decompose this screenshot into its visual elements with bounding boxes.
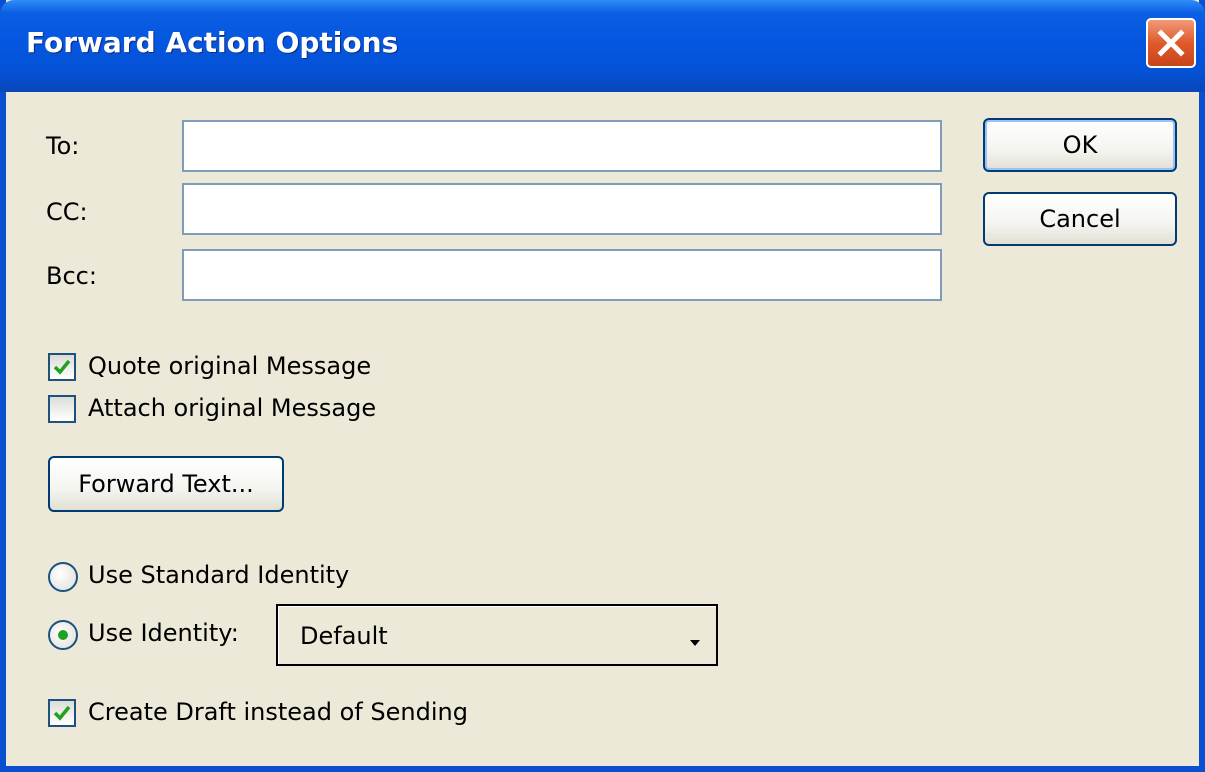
ok-button[interactable]: OK: [983, 118, 1177, 172]
title-bar[interactable]: Forward Action Options: [0, 0, 1205, 92]
cc-field[interactable]: [182, 183, 942, 235]
cancel-button[interactable]: Cancel: [983, 192, 1177, 246]
use-standard-identity-radio[interactable]: [48, 562, 78, 592]
cc-label: CC:: [46, 198, 88, 226]
identity-select-value: Default: [300, 622, 388, 650]
chevron-down-icon[interactable]: [690, 640, 700, 646]
to-label: To:: [46, 132, 80, 160]
radio-selected-dot: [58, 630, 68, 640]
quote-original-label[interactable]: Quote original Message: [88, 352, 371, 380]
attach-original-label[interactable]: Attach original Message: [88, 394, 376, 422]
create-draft-checkbox[interactable]: [48, 699, 76, 727]
close-button[interactable]: [1146, 18, 1196, 68]
use-identity-radio[interactable]: [48, 620, 78, 650]
bcc-field[interactable]: [182, 249, 942, 301]
close-icon: [1157, 29, 1185, 57]
use-identity-label[interactable]: Use Identity:: [88, 619, 239, 647]
to-field[interactable]: [182, 120, 942, 172]
bcc-label: Bcc:: [46, 262, 97, 290]
checkmark-icon: [53, 705, 71, 721]
forward-text-button[interactable]: Forward Text...: [48, 456, 284, 512]
quote-original-checkbox[interactable]: [48, 353, 76, 381]
checkmark-icon: [53, 359, 71, 375]
create-draft-label[interactable]: Create Draft instead of Sending: [88, 698, 468, 726]
attach-original-checkbox[interactable]: [48, 395, 76, 423]
dialog-title: Forward Action Options: [26, 26, 399, 59]
use-standard-identity-label[interactable]: Use Standard Identity: [88, 561, 349, 589]
identity-select[interactable]: Default: [276, 604, 718, 666]
